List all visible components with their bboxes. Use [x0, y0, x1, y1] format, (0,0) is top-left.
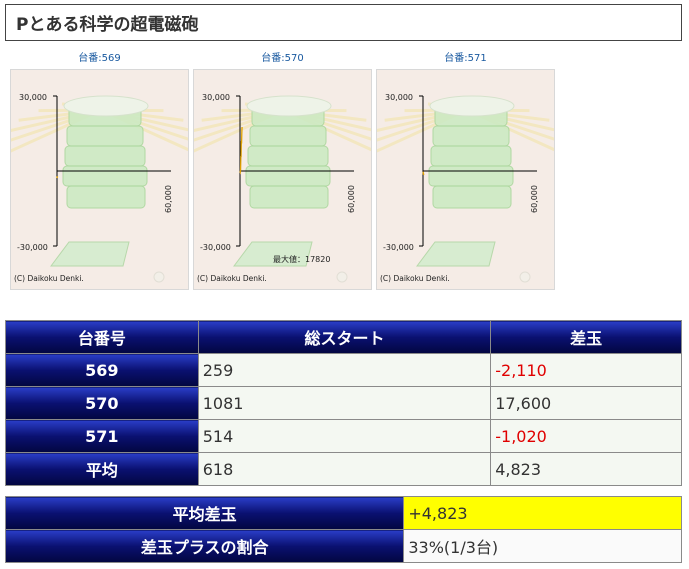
- chart-label[interactable]: 台番:571: [376, 52, 555, 66]
- row-machine-id: 平均: [5, 452, 199, 486]
- chart-card-570[interactable]: 台番:570 30,000 -30,000 60,000 最大値：17820 (…: [193, 52, 372, 290]
- chart-card-569[interactable]: 台番:569 30,000 -30,000 60,000 (C) Daikoku…: [10, 52, 189, 290]
- max-value-label: 最大値：17820: [273, 255, 331, 264]
- row-machine-id: 570: [5, 386, 199, 420]
- table-row: 571 514 -1,020: [5, 419, 682, 453]
- y-tick-bottom: -30,000: [17, 243, 48, 252]
- chart-label[interactable]: 台番:570: [193, 52, 372, 66]
- y-tick-bottom: -30,000: [200, 243, 231, 252]
- row-machine-id: 569: [5, 353, 199, 387]
- avg-diff-value: +4,823: [403, 496, 682, 530]
- y-tick-top: 30,000: [385, 93, 413, 102]
- y-tick-bottom: -30,000: [383, 243, 414, 252]
- summary-table: 平均差玉 +4,823 差玉プラスの割合 33%(1/3台): [4, 496, 682, 563]
- row-machine-id: 571: [5, 419, 199, 453]
- slot-graph: 30,000 -30,000 60,000 (C) Daikoku Denki.: [376, 69, 555, 290]
- header-total-start: 総スタート: [197, 320, 492, 354]
- y-tick-top: 30,000: [202, 93, 230, 102]
- graph-svg: [377, 95, 554, 283]
- x-tick-right: 60,000: [164, 185, 173, 213]
- table-row: 569 259 -2,110: [5, 353, 682, 387]
- table-row-average: 平均 618 4,823: [5, 452, 682, 486]
- graph-svg: [11, 95, 188, 283]
- slot-graph: 30,000 -30,000 60,000 最大値：17820 (C) Daik…: [193, 69, 372, 290]
- table-row: 570 1081 17,600: [5, 386, 682, 420]
- copyright-text: (C) Daikoku Denki.: [14, 274, 84, 283]
- table-header-row: 台番号 総スタート 差玉: [5, 320, 682, 354]
- row-ball-diff: 4,823: [490, 452, 682, 486]
- machine-stats-table: 台番号 総スタート 差玉 569 259 -2,110 570 1081 17,…: [5, 320, 682, 486]
- copyright-text: (C) Daikoku Denki.: [380, 274, 450, 283]
- data-series-line: [422, 171, 425, 175]
- copyright-text: (C) Daikoku Denki.: [197, 274, 267, 283]
- y-tick-top: 30,000: [19, 93, 47, 102]
- row-total-start: 1081: [197, 386, 492, 420]
- x-tick-right: 60,000: [530, 185, 539, 213]
- chart-card-571[interactable]: 台番:571 30,000 -30,000 60,000 (C) Daikoku…: [376, 52, 555, 290]
- row-ball-diff: -2,110: [490, 353, 682, 387]
- header-ball-diff: 差玉: [490, 320, 682, 354]
- row-ball-diff: -1,020: [490, 419, 682, 453]
- x-tick-right: 60,000: [347, 185, 356, 213]
- summary-row-ratio: 差玉プラスの割合 33%(1/3台): [4, 529, 682, 563]
- row-total-start: 514: [197, 419, 492, 453]
- plus-ratio-label: 差玉プラスの割合: [4, 529, 405, 563]
- graph-decoration: [377, 95, 554, 283]
- page-title-text: Pとある科学の超電磁砲: [16, 15, 199, 35]
- graph-decoration: [11, 95, 188, 283]
- summary-row-average: 平均差玉 +4,823: [4, 496, 682, 530]
- row-total-start: 259: [197, 353, 492, 387]
- page-title: Pとある科学の超電磁砲: [5, 4, 682, 41]
- header-machine-number: 台番号: [5, 320, 199, 354]
- row-total-start: 618: [197, 452, 492, 486]
- avg-diff-label: 平均差玉: [4, 496, 405, 530]
- chart-label[interactable]: 台番:569: [10, 52, 189, 66]
- plus-ratio-value: 33%(1/3台): [403, 529, 682, 563]
- slot-graph: 30,000 -30,000 60,000 (C) Daikoku Denki.: [10, 69, 189, 290]
- row-ball-diff: 17,600: [490, 386, 682, 420]
